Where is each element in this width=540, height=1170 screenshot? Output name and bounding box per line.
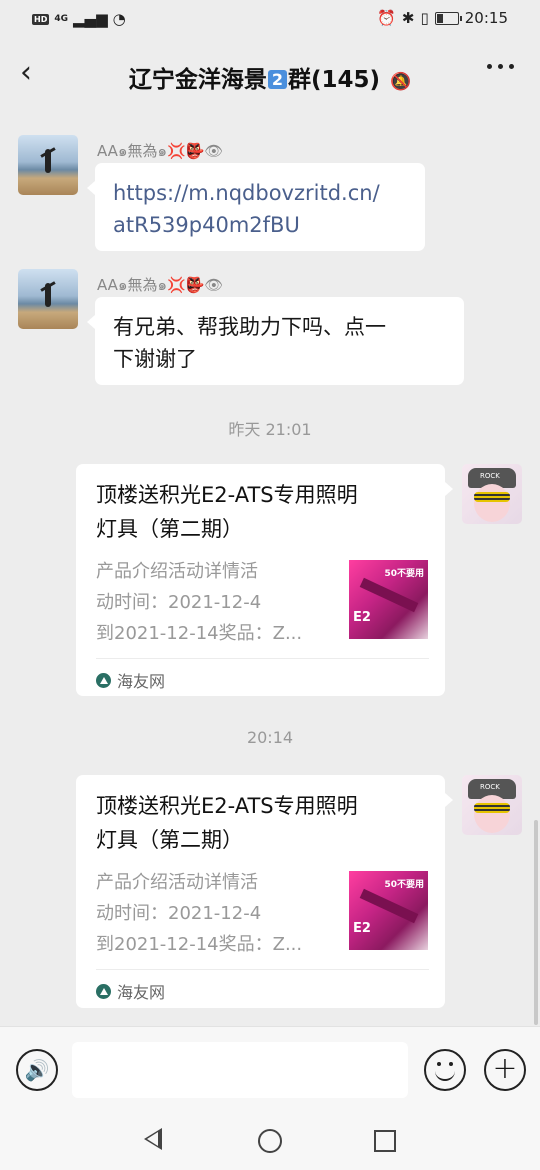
message-link-line1[interactable]: https://m.nqdbovzritd.cn/ (113, 177, 407, 209)
time-separator: 20:14 (246, 728, 294, 747)
input-bar: 🔊 + (0, 1026, 540, 1113)
thumb-text-top: 50不要用 (384, 569, 424, 579)
card-description: 产品介绍活动详情活 动时间：2021-12-4 到2021-12-14奖品：Z.… (96, 867, 336, 960)
card-title: 顶楼送积光E2-ATS专用照明 灯具（第二期） (96, 789, 416, 857)
source-logo-icon (96, 672, 111, 688)
link-card[interactable]: 顶楼送积光E2-ATS专用照明 灯具（第二期） 产品介绍活动详情活 动时间：20… (76, 775, 453, 1008)
vibrate-icon: ▯ (420, 9, 429, 27)
card-source: 海友网 (96, 979, 165, 1003)
nav-home-icon[interactable] (258, 1129, 282, 1153)
bluetooth-icon: ✱ (401, 9, 415, 27)
clock: 20:15 (464, 9, 508, 27)
chat-header: ‹ 辽宁金洋海景 2 群(145) 🔕 (0, 38, 540, 110)
card-title-line1: 顶楼送积光E2-ATS专用照明 (96, 794, 358, 818)
source-logo-icon (96, 983, 111, 999)
thumb-text-bottom: E2 (353, 610, 371, 625)
card-thumbnail: 50不要用 E2 (349, 871, 428, 950)
card-desc-line3: 到2021-12-14奖品：Z... (96, 623, 303, 644)
status-left: HD 4G ▂▄▆ ◔ (32, 10, 126, 28)
card-source-name: 海友网 (117, 983, 166, 1002)
card-title-line2: 灯具（第二期） (96, 828, 243, 852)
more-icon[interactable] (487, 64, 514, 69)
card-source: 海友网 (96, 668, 165, 692)
system-nav-bar (0, 1112, 540, 1170)
nav-recents-icon[interactable] (374, 1130, 396, 1152)
card-title-line2: 灯具（第二期） (96, 517, 243, 541)
thumb-text-top: 50不要用 (384, 880, 424, 890)
time-separator: 昨天 21:01 (228, 420, 312, 439)
card-desc-line1: 产品介绍活动详情活 (96, 561, 258, 582)
sender-avatar[interactable] (18, 269, 78, 329)
link-card[interactable]: 顶楼送积光E2-ATS专用照明 灯具（第二期） 产品介绍活动详情活 动时间：20… (76, 464, 453, 696)
title-suffix: 群(145) (287, 67, 380, 93)
battery-icon (434, 11, 462, 25)
card-title-line1: 顶楼送积光E2-ATS专用照明 (96, 483, 358, 507)
mute-icon: 🔕 (390, 72, 412, 92)
card-divider (96, 969, 429, 970)
card-desc-line2: 动时间：2021-12-4 (96, 592, 262, 613)
emoji-icon[interactable] (424, 1049, 466, 1091)
sender-name: AA๑無為๑💢👺👁 (97, 142, 224, 160)
card-description: 产品介绍活动详情活 动时间：2021-12-4 到2021-12-14奖品：Z.… (96, 556, 336, 649)
plus-icon[interactable]: + (484, 1049, 526, 1091)
message-link-line2[interactable]: atR539p40m2fBU (113, 209, 407, 241)
alarm-icon: ⏰ (377, 9, 396, 27)
wifi-icon: ◔ (112, 10, 126, 28)
message-input[interactable] (72, 1042, 408, 1098)
sender-name: AA๑無為๑💢👺👁 (97, 276, 224, 294)
card-desc-line2: 动时间：2021-12-4 (96, 903, 262, 924)
sender-avatar[interactable] (18, 135, 78, 195)
card-divider (96, 658, 429, 659)
network-label: 4G (54, 14, 68, 24)
nav-back-icon[interactable] (144, 1128, 162, 1150)
link-message-bubble[interactable]: https://m.nqdbovzritd.cn/ atR539p40m2fBU (87, 163, 425, 251)
my-avatar[interactable] (462, 775, 522, 835)
text-message-bubble[interactable]: 有兄弟、帮我助力下吗、点一 下谢谢了 (87, 297, 464, 385)
message-text-line2: 下谢谢了 (113, 347, 197, 371)
card-title: 顶楼送积光E2-ATS专用照明 灯具（第二期） (96, 478, 416, 546)
status-right: ⏰ ✱ ▯ 20:15 (377, 9, 508, 27)
my-avatar[interactable] (462, 464, 522, 524)
voice-icon[interactable]: 🔊 (16, 1049, 58, 1091)
scrollbar[interactable] (534, 820, 538, 1025)
card-desc-line1: 产品介绍活动详情活 (96, 872, 258, 893)
card-source-name: 海友网 (117, 672, 166, 691)
message-text-line1: 有兄弟、帮我助力下吗、点一 (113, 315, 386, 339)
card-thumbnail: 50不要用 E2 (349, 560, 428, 639)
thumb-text-bottom: E2 (353, 921, 371, 936)
hd-badge: HD (32, 13, 50, 25)
status-bar: HD 4G ▂▄▆ ◔ ⏰ ✱ ▯ 20:15 (0, 0, 540, 38)
title-number-badge: 2 (267, 70, 287, 89)
signal-icon: ▂▄▆ (73, 10, 108, 28)
chat-title: 辽宁金洋海景 2 群(145) 🔕 (0, 60, 540, 94)
card-desc-line3: 到2021-12-14奖品：Z... (96, 934, 303, 955)
title-prefix: 辽宁金洋海景 (128, 67, 267, 93)
